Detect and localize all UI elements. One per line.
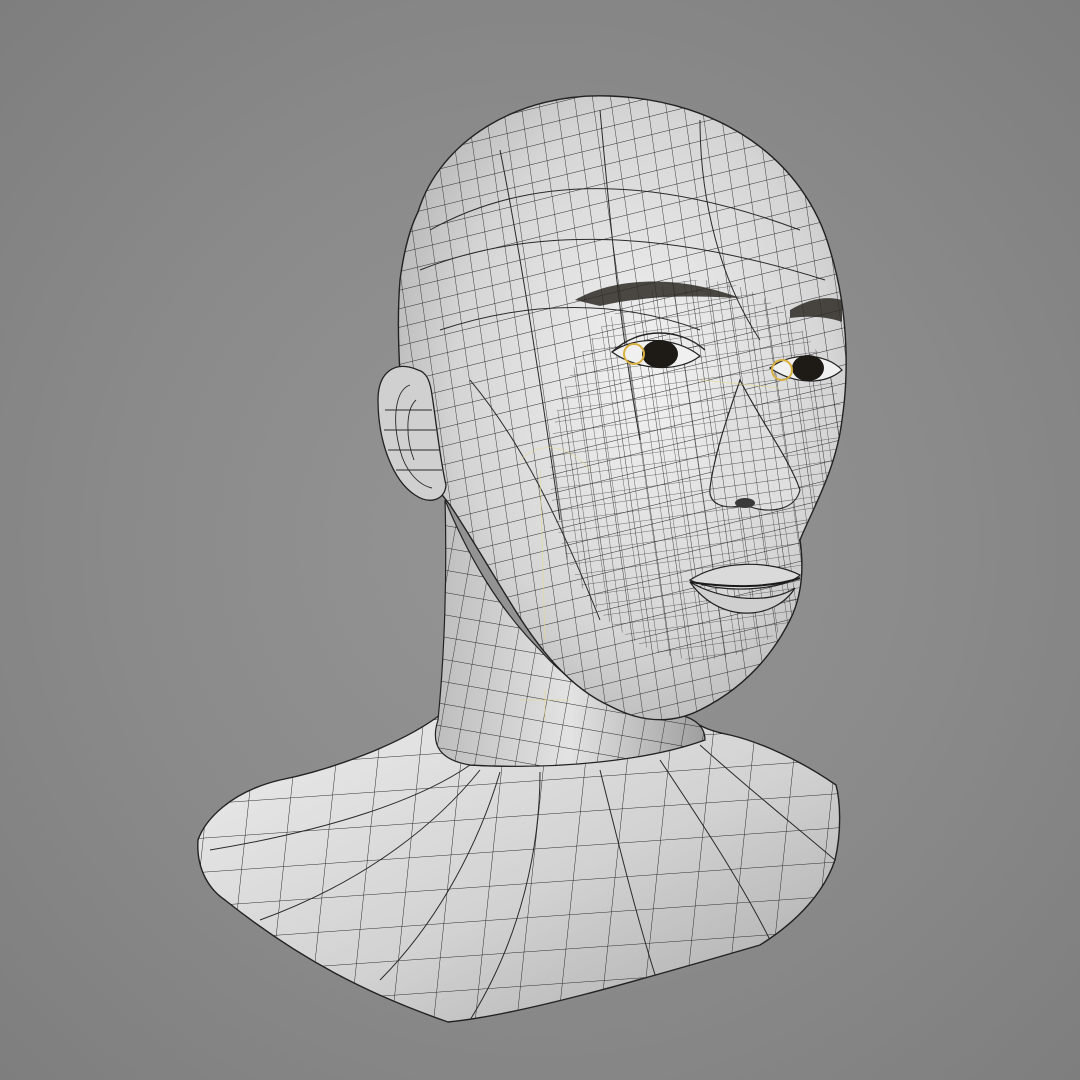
head-mesh-render (197, 95, 847, 1023)
3d-viewport[interactable] (0, 0, 1080, 1080)
